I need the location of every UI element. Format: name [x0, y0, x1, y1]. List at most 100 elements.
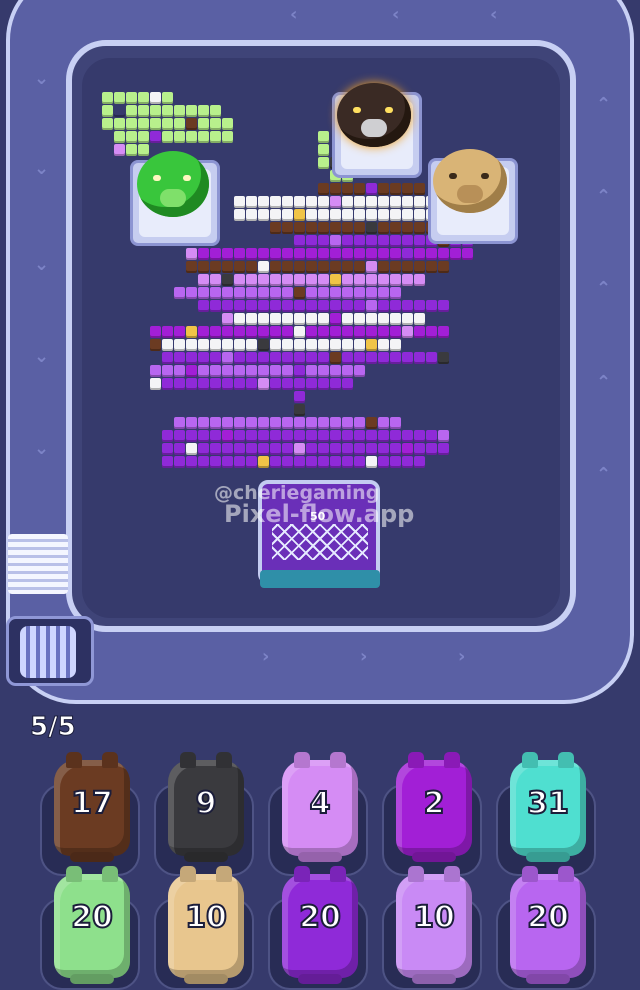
piggy-bank-button[interactable]: 10	[168, 866, 244, 984]
pig-feet-icon	[526, 974, 570, 984]
pixel-block	[282, 300, 293, 312]
pixel-block	[318, 261, 329, 273]
pixel-block	[126, 118, 137, 130]
piggy-bank-button[interactable]: 31	[510, 752, 586, 862]
pixel-block	[354, 365, 365, 377]
pixel-block	[150, 326, 161, 338]
pixel-block	[246, 326, 257, 338]
pixel-block	[390, 183, 401, 195]
pixel-block	[366, 287, 377, 299]
pixel-block	[234, 365, 245, 377]
piggy-bank-button[interactable]: 10	[396, 866, 472, 984]
pixel-block	[330, 183, 341, 195]
pixel-block	[186, 456, 197, 468]
piggy-bank-button[interactable]: 20	[510, 866, 586, 984]
pixel-block	[126, 105, 137, 117]
pixel-block	[138, 131, 149, 143]
green-pig-icon[interactable]	[137, 151, 209, 217]
pig-ear-icon	[102, 866, 118, 882]
pixel-block	[222, 352, 233, 364]
piggy-count: 20	[526, 899, 570, 936]
pixel-block	[366, 339, 377, 351]
pixel-block	[258, 248, 269, 260]
pixel-block	[162, 365, 173, 377]
pig-ear-icon	[558, 752, 574, 768]
pixel-block	[270, 339, 281, 351]
pixel-block	[438, 430, 449, 442]
pixel-block	[366, 417, 377, 429]
piggy-bank-button[interactable]: 4	[282, 752, 358, 862]
conveyor-arrow-icon: ‹	[290, 4, 298, 25]
pixel-block	[342, 196, 353, 208]
pig-feet-icon	[70, 974, 114, 984]
pixel-block	[198, 456, 209, 468]
pig-feet-icon	[298, 974, 342, 984]
piggy-bank-button[interactable]: 17	[54, 752, 130, 862]
pixel-block	[162, 378, 173, 390]
pixel-block	[150, 131, 161, 143]
pixel-block	[198, 417, 209, 429]
pig-feet-icon	[412, 974, 456, 984]
pixel-block	[210, 131, 221, 143]
piggy-bank-button[interactable]: 20	[54, 866, 130, 984]
pixel-block	[282, 456, 293, 468]
conveyor-arrow-icon: ›	[458, 646, 466, 667]
pixel-block	[354, 339, 365, 351]
pixel-block	[306, 313, 317, 325]
pixel-block	[246, 456, 257, 468]
conveyor-arrow-icon: ‹	[392, 4, 400, 25]
pig-feet-icon	[70, 852, 114, 862]
pixel-block	[270, 443, 281, 455]
piggy-count: 20	[70, 899, 114, 936]
piggy-count: 2	[423, 785, 446, 822]
pixel-block	[402, 183, 413, 195]
pixel-block	[162, 430, 173, 442]
pixel-block	[414, 209, 425, 221]
pixel-block	[222, 456, 233, 468]
piggy-count: 10	[412, 899, 456, 936]
pixel-block	[210, 105, 221, 117]
lava-pig-icon[interactable]	[337, 83, 411, 147]
pixel-block	[426, 430, 437, 442]
pixel-block	[282, 287, 293, 299]
pixel-block	[294, 326, 305, 338]
pixel-block	[414, 443, 425, 455]
piggy-bank-button[interactable]: 2	[396, 752, 472, 862]
pixel-block	[186, 105, 197, 117]
pixel-block	[222, 313, 233, 325]
golden-pig-icon[interactable]	[433, 149, 507, 213]
pixel-block	[294, 248, 305, 260]
pixel-block	[390, 300, 401, 312]
pixel-block	[294, 404, 305, 416]
pixel-block	[234, 300, 245, 312]
pixel-block	[342, 248, 353, 260]
pixel-block	[378, 430, 389, 442]
pixel-block	[342, 313, 353, 325]
pixel-block	[186, 365, 197, 377]
pixel-block	[378, 313, 389, 325]
pixel-block	[438, 248, 449, 260]
piggy-bank-button[interactable]: 20	[282, 866, 358, 984]
pixel-block	[438, 300, 449, 312]
pixel-block	[150, 105, 161, 117]
pixel-block	[294, 300, 305, 312]
pixel-block	[414, 352, 425, 364]
pixel-block	[306, 274, 317, 286]
pixel-block	[294, 235, 305, 247]
pixel-block	[234, 339, 245, 351]
pixel-block	[318, 274, 329, 286]
pixel-block	[390, 248, 401, 260]
pixel-block	[294, 391, 305, 403]
piggy-bank-button[interactable]: 9	[168, 752, 244, 862]
pixel-block	[342, 443, 353, 455]
pixel-block	[342, 417, 353, 429]
pixel-block	[330, 365, 341, 377]
pixel-block	[414, 183, 425, 195]
pig-ear-icon	[408, 752, 424, 768]
pixel-block	[222, 300, 233, 312]
pixel-block	[186, 248, 197, 260]
pixel-block	[294, 365, 305, 377]
pixel-block	[210, 417, 221, 429]
pixel-block	[222, 287, 233, 299]
pixel-block	[234, 248, 245, 260]
